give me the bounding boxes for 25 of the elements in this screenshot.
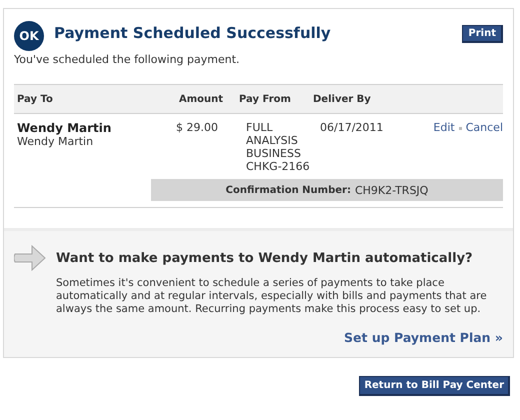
account-line: FULL bbox=[246, 121, 274, 134]
promo-title: Want to make payments to Wendy Martin automatically? bbox=[56, 250, 473, 266]
account-line: BUSINESS bbox=[246, 147, 302, 160]
action-link[interactable]: Edit bbox=[433, 121, 455, 134]
payment-plan-link[interactable]: Set up Payment Plan » bbox=[344, 330, 503, 345]
column-header: Pay From bbox=[238, 94, 292, 104]
arrow-icon bbox=[14, 245, 46, 271]
payee-name: Wendy Martin bbox=[17, 121, 112, 135]
page-title: Payment Scheduled Successfully bbox=[54, 24, 332, 42]
promo-text: Sometimes it's convenient to schedule a series of payments to take place automatically and at regular intervals, especially with bills and payments that are always the same amount. Recurring payments make this process easy to set up. bbox=[56, 277, 488, 316]
deliver-by-cell-text: 06/17/2011 bbox=[320, 121, 384, 136]
return-button[interactable]: Return to Bill Pay Center bbox=[359, 376, 510, 396]
column-header: Amount bbox=[178, 94, 224, 104]
confirmation-number: CH9K2-TRSJQ bbox=[354, 184, 428, 196]
account-line: ANALYSIS bbox=[246, 134, 299, 147]
account-line: CHKG-2166 bbox=[246, 160, 311, 173]
subtitle: You've scheduled the following payment. bbox=[14, 53, 241, 66]
payee-nickname: Wendy Martin bbox=[17, 135, 94, 148]
action-link[interactable]: Cancel bbox=[466, 121, 503, 134]
confirmation-label: Confirmation Number: bbox=[226, 184, 351, 196]
column-header: Pay To bbox=[16, 94, 54, 104]
column-header: Deliver By bbox=[312, 94, 372, 104]
print-button[interactable]: Print bbox=[462, 25, 503, 43]
ok-badge: OK bbox=[14, 21, 44, 51]
amount-cell-text: $ 29.00 bbox=[175, 121, 219, 136]
